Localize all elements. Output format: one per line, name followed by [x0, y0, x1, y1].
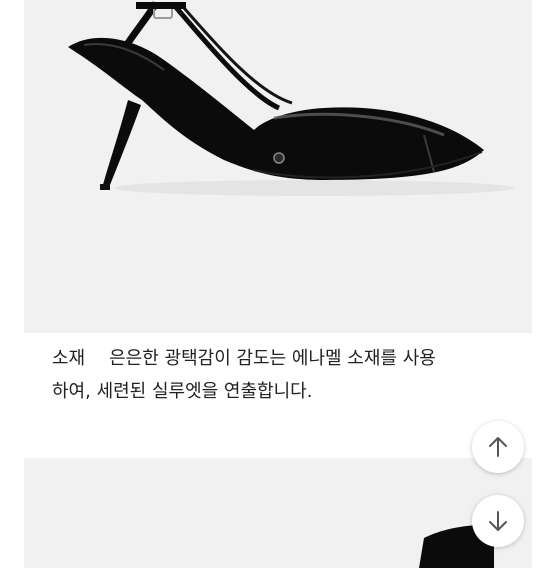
product-description: 소재 은은한 광택감이 감도는 에나멜 소재를 사용 하여, 세련된 실루엣을 연… [52, 342, 522, 408]
description-line-2: 하여, 세련된 실루엣을 연출합니다. [52, 381, 313, 402]
shoe-image-partial [419, 525, 494, 568]
arrow-up-icon [489, 437, 507, 457]
scroll-down-button[interactable] [472, 495, 524, 547]
material-label: 소재 [52, 348, 86, 369]
description-line-1: 소재 은은한 광택감이 감도는 에나멜 소재를 사용 [52, 342, 522, 375]
description-text-1: 은은한 광택감이 감도는 에나멜 소재를 사용 [109, 348, 436, 369]
product-photo-top [24, 0, 532, 333]
arrow-down-icon [489, 511, 507, 531]
product-photo-bottom [24, 458, 532, 568]
slingback-heel-image [68, 1, 514, 196]
scroll-up-button[interactable] [472, 421, 524, 473]
